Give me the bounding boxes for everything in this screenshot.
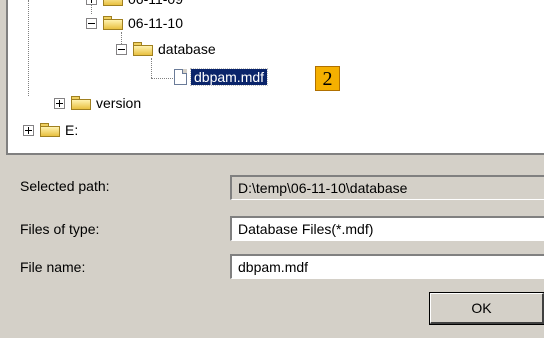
- ok-button[interactable]: OK: [429, 292, 544, 325]
- folder-icon: [71, 96, 91, 110]
- tree-item-label: version: [96, 95, 142, 111]
- folder-open-icon: [133, 42, 153, 56]
- expand-icon[interactable]: [54, 97, 65, 109]
- tree-connector: [151, 58, 152, 78]
- tree-item-label: database: [158, 41, 216, 57]
- tree-item-partial[interactable]: 06-11-09: [86, 0, 183, 10]
- tree-item-label: 06-11-09: [128, 0, 183, 7]
- tree-item-drive-e[interactable]: E:: [23, 119, 78, 141]
- tree-item-version[interactable]: version: [54, 92, 141, 114]
- tree-item-database[interactable]: database: [116, 38, 216, 60]
- tree-item-06-11-10[interactable]: 06-11-10: [86, 12, 183, 34]
- tree-connector: [28, 0, 29, 96]
- selected-path-label: Selected path:: [20, 178, 110, 194]
- file-name-input[interactable]: dbpam.mdf: [230, 254, 544, 279]
- tree-item-dbpam[interactable]: dbpam.mdf: [174, 66, 269, 88]
- folder-tree[interactable]: 06-11-09 06-11-10 database dbpam.mdf ver…: [6, 0, 544, 155]
- tree-item-label-selected: dbpam.mdf: [189, 68, 269, 86]
- file-name-value: dbpam.mdf: [238, 259, 309, 275]
- annotation-badge: 2: [315, 66, 340, 91]
- file-icon: [174, 69, 187, 85]
- folder-open-icon: [103, 16, 123, 30]
- folder-icon: [103, 0, 123, 6]
- expand-icon[interactable]: [86, 0, 97, 5]
- selected-path-value: D:\temp\06-11-10\database: [238, 180, 408, 196]
- files-of-type-value: Database Files(*.mdf): [238, 221, 374, 237]
- tree-connector: [151, 78, 173, 79]
- files-of-type-select[interactable]: Database Files(*.mdf): [230, 216, 544, 241]
- collapse-icon[interactable]: [116, 43, 127, 55]
- folder-icon: [40, 123, 60, 137]
- file-name-label: File name:: [20, 259, 86, 275]
- files-of-type-label: Files of type:: [20, 221, 100, 237]
- expand-icon[interactable]: [23, 124, 34, 136]
- selected-path-field: D:\temp\06-11-10\database: [230, 175, 544, 200]
- tree-item-label: E:: [65, 122, 79, 138]
- collapse-icon[interactable]: [86, 17, 97, 29]
- tree-item-label: 06-11-10: [128, 15, 184, 31]
